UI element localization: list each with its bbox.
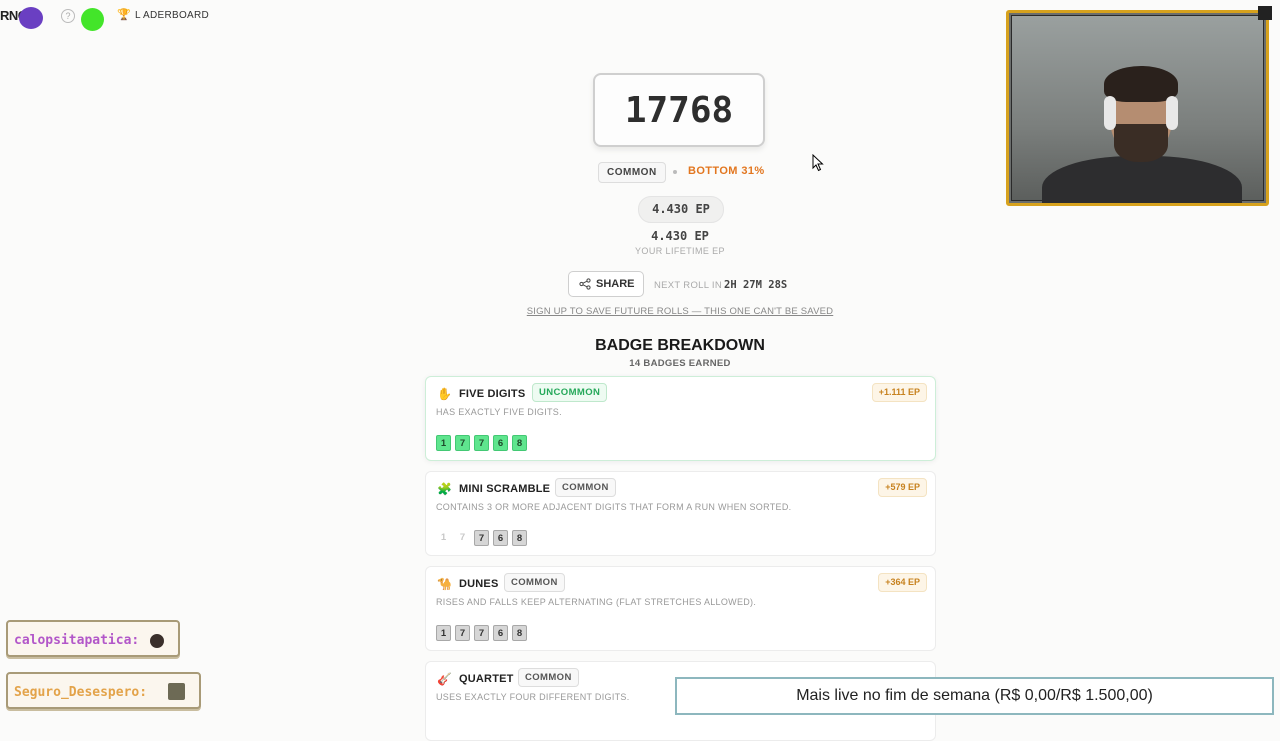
hand-icon: ✋ [437,387,452,401]
next-roll-label: NEXT ROLL IN [654,280,723,291]
badge-card[interactable]: 🐪 DUNES COMMON +364 EP RISES AND FALLS K… [425,566,936,651]
badge-rarity-tag: COMMON [504,573,565,592]
badge-ep-value: +364 EP [878,573,927,592]
window-corner-icon [1258,6,1272,20]
digit-tile: 7 [455,435,470,451]
chat-username: calopsitapatica: [14,633,140,648]
badge-name: DUNES [459,578,499,590]
badge-description: USES EXACTLY FOUR DIFFERENT DIGITS. [436,692,630,702]
digit-tile: 8 [512,435,527,451]
badge-breakdown-title: BADGE BREAKDOWN [595,337,765,354]
share-icon [579,278,591,290]
badge-ep-value: +1.111 EP [871,383,927,402]
user-avatar-dot [150,634,164,648]
webcam-overlay [1006,10,1269,206]
badges-earned-count: 14 BADGES EARNED [629,358,731,369]
badge-rarity-tag: UNCOMMON [532,383,608,402]
badge-description: HAS EXACTLY FIVE DIGITS. [436,407,562,417]
puzzle-icon: 🧩 [437,482,452,496]
digit-tile: 8 [512,625,527,641]
trophy-icon: 🏆 [117,9,131,21]
webcam-feed [1011,15,1264,203]
streamer-hair [1104,66,1178,102]
rarity-badge: COMMON [598,162,666,183]
digit-tile: 7 [474,435,489,451]
digit-tile: 1 [440,532,447,543]
headphone-right [1166,96,1178,130]
badge-name: FIVE DIGITS [459,388,526,400]
badge-name: MINI SCRAMBLE [459,483,551,495]
stream-overlay-purple-dot [19,7,43,29]
leaderboard-label: L ADERBOARD [135,10,210,21]
top-bar: RNC ? 🏆 L ADERBOARD [0,0,260,34]
digit-tile: 6 [493,530,508,546]
donation-goal-bar: Mais live no fim de semana (R$ 0,00/R$ 1… [675,677,1274,715]
headphone-left [1104,96,1116,130]
lifetime-ep-label: YOUR LIFETIME EP [635,246,725,256]
badge-card[interactable]: 🧩 MINI SCRAMBLE COMMON +579 EP CONTAINS … [425,471,936,556]
digit-tile: 6 [493,435,508,451]
badge-description: CONTAINS 3 OR MORE ADJACENT DIGITS THAT … [436,502,792,512]
user-emote-icon [168,683,185,700]
lifetime-ep-value: 4.430 EP [651,229,709,243]
rolled-number: 17768 [593,73,765,147]
leaderboard-link[interactable]: 🏆 L ADERBOARD [117,8,209,21]
badge-description: RISES AND FALLS KEEP ALTERNATING (FLAT S… [436,597,757,607]
chat-user-chip: calopsitapatica: [6,620,180,657]
badge-name: QUARTET [459,673,514,685]
guitar-icon: 🎸 [437,672,452,686]
badge-rarity-tag: COMMON [518,668,579,687]
chat-username: Seguro_Desespero: [14,685,148,700]
chat-user-chip: Seguro_Desespero: [6,672,201,709]
signup-link[interactable]: SIGN UP TO SAVE FUTURE ROLLS — THIS ONE … [480,306,880,317]
camel-icon: 🐪 [437,577,452,591]
mouse-cursor-icon [812,154,824,172]
digit-tile: 6 [493,625,508,641]
streamer-body [1042,156,1242,203]
ep-earned-pill: 4.430 EP [638,196,724,223]
badge-ep-value: +579 EP [878,478,927,497]
badge-rarity-tag: COMMON [555,478,616,497]
stream-overlay-green-dot [81,8,104,31]
badge-card[interactable]: ✋ FIVE DIGITS UNCOMMON +1.111 EP HAS EXA… [425,376,936,461]
streamer-beard [1114,124,1168,162]
help-icon[interactable]: ? [61,9,75,23]
digit-tile: 8 [512,530,527,546]
next-roll-countdown: 2H 27M 28S [724,279,788,291]
digit-tile: 1 [436,625,451,641]
percentile-label: BOTTOM 31% [688,165,765,177]
digit-tile: 1 [436,435,451,451]
digit-tile: 7 [474,530,489,546]
digit-tile: 7 [455,625,470,641]
digit-tile: 7 [474,625,489,641]
digit-tile: 7 [459,532,466,543]
share-button[interactable]: SHARE [568,271,644,297]
share-label: SHARE [596,278,635,290]
separator-dot [673,170,677,174]
